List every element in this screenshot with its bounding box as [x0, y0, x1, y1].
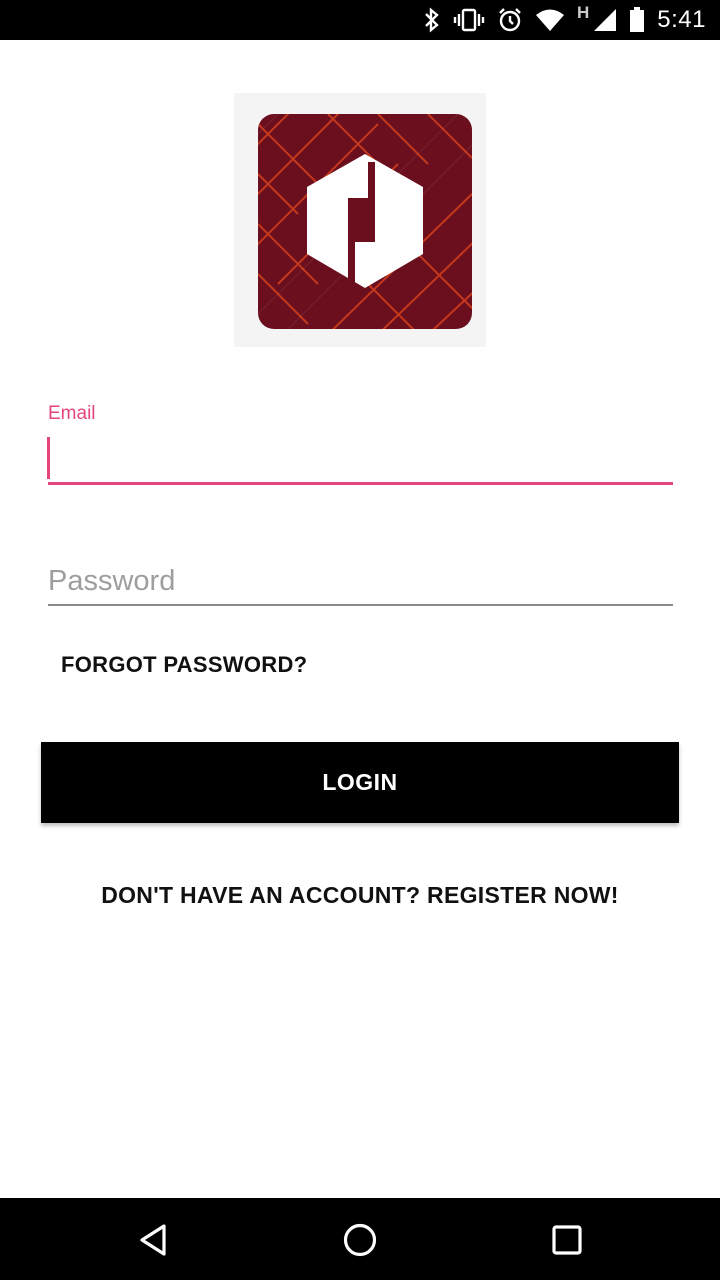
home-icon[interactable] — [338, 1218, 382, 1262]
password-field[interactable] — [48, 558, 673, 606]
vibrate-icon — [453, 8, 485, 32]
network-type: H — [577, 3, 590, 22]
alarm-icon — [497, 7, 523, 33]
navigation-bar — [0, 1198, 720, 1280]
recents-icon[interactable] — [545, 1218, 589, 1262]
forgot-password-button[interactable]: FORGOT PASSWORD? — [61, 652, 307, 678]
email-field[interactable] — [48, 432, 673, 485]
bluetooth-icon — [423, 7, 441, 33]
status-bar: H 5:41 — [0, 0, 720, 40]
wifi-icon — [535, 8, 565, 32]
text-cursor — [47, 437, 50, 479]
battery-icon — [629, 7, 645, 33]
app-logo — [234, 93, 486, 347]
register-button[interactable]: DON'T HAVE AN ACCOUNT? REGISTER NOW! — [0, 882, 720, 909]
email-label: Email — [48, 403, 96, 424]
clock: 5:41 — [657, 6, 706, 33]
cell-signal-icon — [593, 8, 617, 32]
login-button[interactable]: LOGIN — [41, 742, 679, 823]
back-icon[interactable] — [131, 1218, 175, 1262]
